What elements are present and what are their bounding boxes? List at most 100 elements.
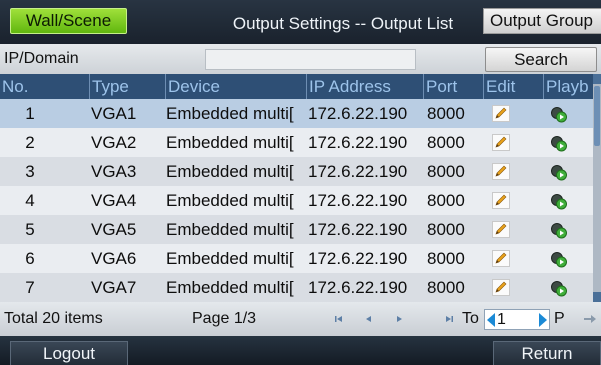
bottom-bar: Logout Return <box>0 336 601 365</box>
playback-icon[interactable] <box>550 105 568 123</box>
page-suffix-label: P <box>554 310 565 327</box>
cell-playback <box>544 99 593 128</box>
cell-ip-address: 172.6.22.190 <box>308 191 408 210</box>
column-header-no[interactable]: No. <box>0 74 90 99</box>
cell-playback <box>544 215 593 244</box>
cell-type: VGA5 <box>91 220 137 239</box>
spinner-decrement-icon[interactable] <box>487 313 495 327</box>
edit-pencil-icon[interactable] <box>492 134 510 151</box>
cell-playback <box>544 128 593 157</box>
cell-edit <box>484 215 542 244</box>
title-bar: Wall/Scene Output Settings -- Output Lis… <box>0 0 601 44</box>
table-row[interactable]: 5 VGA5 Embedded multi[ 172.6.22.190 8000 <box>0 215 593 244</box>
page-number-spinner[interactable]: 1 <box>484 309 550 330</box>
cell-device: Embedded multi[ <box>166 133 294 152</box>
page-indicator: Page 1/3 <box>192 310 257 327</box>
column-header-port[interactable]: Port <box>424 74 484 99</box>
cell-device: Embedded multi[ <box>166 220 294 239</box>
cell-ip-address: 172.6.22.190 <box>308 278 408 297</box>
cell-no: 4 <box>25 191 35 210</box>
cell-device: Embedded multi[ <box>166 162 294 181</box>
return-button[interactable]: Return <box>493 341 601 365</box>
cell-port: 8000 <box>427 133 465 152</box>
last-page-icon[interactable] <box>442 313 456 325</box>
next-page-icon[interactable] <box>392 313 406 325</box>
cell-type: VGA4 <box>91 191 137 210</box>
playback-icon[interactable] <box>550 279 568 297</box>
search-button[interactable]: Search <box>485 47 597 72</box>
column-header-edit[interactable]: Edit <box>484 74 544 99</box>
edit-pencil-icon[interactable] <box>492 105 510 122</box>
cell-type: VGA3 <box>91 162 137 181</box>
cell-no: 2 <box>25 133 35 152</box>
cell-no: 1 <box>25 104 35 123</box>
edit-pencil-icon[interactable] <box>492 279 510 296</box>
cell-device: Embedded multi[ <box>166 278 294 297</box>
table-row[interactable]: 2 VGA2 Embedded multi[ 172.6.22.190 8000 <box>0 128 593 157</box>
playback-icon[interactable] <box>550 221 568 239</box>
prev-page-icon[interactable] <box>362 313 376 325</box>
vertical-scrollbar[interactable] <box>593 74 601 302</box>
table-row[interactable]: 7 VGA7 Embedded multi[ 172.6.22.190 8000 <box>0 273 593 302</box>
playback-icon[interactable] <box>550 134 568 152</box>
cell-playback <box>544 186 593 215</box>
ip-domain-label: IP/Domain <box>4 50 79 67</box>
cell-type: VGA6 <box>91 249 137 268</box>
ip-domain-input[interactable] <box>205 49 416 70</box>
edit-pencil-icon[interactable] <box>492 250 510 267</box>
column-header-type[interactable]: Type <box>90 74 166 99</box>
first-page-icon[interactable] <box>332 313 346 325</box>
cell-ip-address: 172.6.22.190 <box>308 249 408 268</box>
column-header-playback[interactable]: Playb <box>544 74 593 99</box>
column-header-ip-address[interactable]: IP Address <box>307 74 424 99</box>
cell-no: 7 <box>25 278 35 297</box>
playback-icon[interactable] <box>550 250 568 268</box>
cell-ip-address: 172.6.22.190 <box>308 220 408 239</box>
cell-ip-address: 172.6.22.190 <box>308 104 408 123</box>
cell-device: Embedded multi[ <box>166 191 294 210</box>
scroll-thumb[interactable] <box>594 86 600 146</box>
scroll-down-arrow[interactable] <box>593 292 601 302</box>
cell-edit <box>484 128 542 157</box>
cell-port: 8000 <box>427 249 465 268</box>
cell-playback <box>544 157 593 186</box>
cell-no: 6 <box>25 249 35 268</box>
cell-ip-address: 172.6.22.190 <box>308 162 408 181</box>
edit-pencil-icon[interactable] <box>492 221 510 238</box>
cell-device: Embedded multi[ <box>166 104 294 123</box>
edit-pencil-icon[interactable] <box>492 163 510 180</box>
table-row[interactable]: 6 VGA6 Embedded multi[172.6.22.190 8000 <box>0 244 593 273</box>
output-group-button[interactable]: Output Group <box>483 8 601 34</box>
column-header-device[interactable]: Device <box>166 74 307 99</box>
cell-type: VGA2 <box>91 133 137 152</box>
cell-no: 3 <box>25 162 35 181</box>
total-items-label: Total 20 items <box>4 310 103 327</box>
scroll-up-arrow[interactable] <box>593 74 601 84</box>
goto-label: To <box>462 310 479 327</box>
logout-button[interactable]: Logout <box>10 341 128 365</box>
spinner-increment-icon[interactable] <box>539 313 547 327</box>
table-header: No. Type Device IP Address Port Edit Pla… <box>0 74 593 99</box>
cell-port: 8000 <box>427 162 465 181</box>
table-row[interactable]: 4 VGA4 Embedded multi[172.6.22.190 8000 <box>0 186 593 215</box>
cell-edit <box>484 157 542 186</box>
cell-edit <box>484 99 542 128</box>
playback-icon[interactable] <box>550 192 568 210</box>
page-number-value[interactable]: 1 <box>497 311 506 329</box>
cell-edit <box>484 244 542 273</box>
wall-scene-button[interactable]: Wall/Scene <box>10 8 127 34</box>
playback-icon[interactable] <box>550 163 568 181</box>
cell-playback <box>544 244 593 273</box>
go-arrow-icon[interactable] <box>583 313 597 325</box>
cell-port: 8000 <box>427 220 465 239</box>
page-title: Output Settings -- Output List <box>232 14 454 33</box>
cell-port: 8000 <box>427 278 465 297</box>
table-row[interactable]: 1 VGA1 Embedded multi[172.6.22.190 8000 <box>0 99 593 128</box>
cell-ip-address: 172.6.22.190 <box>308 133 408 152</box>
cell-no: 5 <box>25 220 35 239</box>
cell-type: VGA7 <box>91 278 137 297</box>
pager-bar: Total 20 items Page 1/3 To 1 P <box>0 302 601 336</box>
table-row[interactable]: 3 VGA3 Embedded multi[ 172.6.22.190 8000 <box>0 157 593 186</box>
cell-port: 8000 <box>427 104 465 123</box>
edit-pencil-icon[interactable] <box>492 192 510 209</box>
